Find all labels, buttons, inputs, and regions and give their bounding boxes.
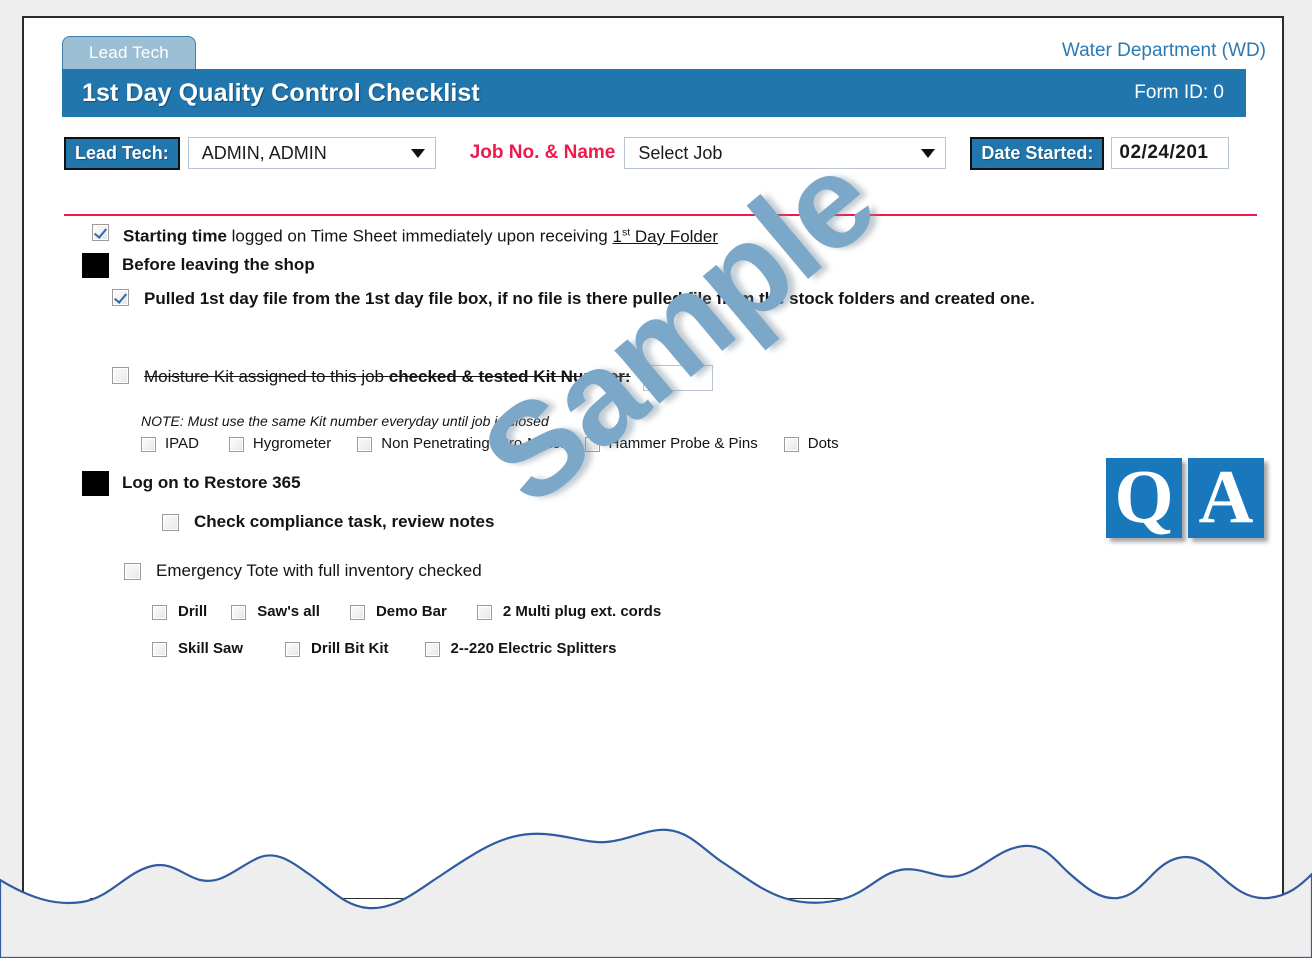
checkbox-saws-all[interactable]: [231, 605, 247, 620]
tote-items-row-2: Skill Saw Drill Bit Kit 2--220 Electric …: [152, 640, 616, 657]
checkbox-drill[interactable]: [152, 605, 167, 620]
form-id-label: Form ID: 0: [1134, 82, 1224, 103]
department-label: Water Department (WD): [1061, 40, 1266, 61]
divider-red: [64, 214, 1257, 216]
tote-item-drill[interactable]: Drill: [152, 603, 207, 620]
date-started-input[interactable]: 02/24/201: [1111, 137, 1230, 169]
form-page: Lead Tech Water Department (WD) 1st Day …: [22, 16, 1284, 920]
folder-link-a: 1: [612, 226, 622, 246]
lead-tech-value: ADMIN, ADMIN: [201, 142, 327, 163]
moisture-kit-note: NOTE: Must use the same Kit number every…: [141, 413, 549, 429]
tote-item-drill-label: Drill: [178, 603, 208, 620]
folder-link-sup: st: [621, 226, 631, 238]
kit-item-ipad-label: IPAD: [165, 435, 199, 452]
tote-item-saws-all[interactable]: Saw's all: [231, 603, 320, 620]
qa-logo: Q A: [1106, 458, 1264, 542]
checkbox-starting-time[interactable]: [92, 224, 109, 241]
page-title: 1st Day Quality Control Checklist: [82, 78, 480, 107]
tote-item-electric-splitters[interactable]: 2--220 Electric Splitters: [424, 640, 617, 657]
form-controls-row: Lead Tech: ADMIN, ADMIN Job No. & Name S…: [64, 131, 1282, 175]
qa-logo-q: Q: [1106, 458, 1182, 538]
lead-tech-label: Lead Tech:: [64, 136, 180, 170]
section-label-log-on: Log on to Restore 365: [122, 473, 301, 492]
checkbox-hygrometer[interactable]: [228, 437, 244, 452]
section-marker-square: [82, 471, 109, 496]
pulled-file-label: Pulled 1st day file from the 1st day fil…: [144, 289, 1035, 308]
section-label-before-leaving: Before leaving the shop: [122, 255, 315, 274]
kit-item-hygrometer[interactable]: Hygrometer: [228, 435, 332, 452]
checkbox-emergency-tote[interactable]: [124, 563, 141, 580]
tab-strip: Lead Tech: [62, 36, 196, 70]
section-log-on-restore: Log on to Restore 365: [82, 471, 301, 496]
kit-item-hammer-probe-label: Hammer Probe & Pins: [608, 435, 758, 452]
tote-item-drill-bit-kit[interactable]: Drill Bit Kit: [285, 640, 389, 657]
moisture-kit-part1: Moisture Kit assigned to this job: [144, 367, 389, 387]
kit-item-hygrometer-label: Hygrometer: [252, 435, 332, 452]
sample-watermark: Sample: [455, 125, 901, 533]
kit-item-hammer-probe[interactable]: Hammer Probe & Pins: [584, 435, 758, 452]
section-before-leaving-shop: Before leaving the shop: [82, 253, 315, 278]
checklist-item-pulled-file[interactable]: Pulled 1st day file from the 1st day fil…: [112, 287, 1102, 311]
tote-item-drill-bit-kit-label: Drill Bit Kit: [311, 640, 389, 657]
checkbox-electric-splitters[interactable]: [424, 642, 440, 657]
screenshot-root: Lead Tech Water Department (WD) 1st Day …: [0, 0, 1312, 958]
checkbox-non-penetrating[interactable]: [357, 437, 373, 452]
tote-item-skill-saw-label: Skill Saw: [178, 640, 244, 657]
kit-item-non-penetrating-label: Non Penetrating (Pro-Meter): [381, 435, 571, 452]
checkbox-pulled-file[interactable]: [112, 289, 129, 306]
qa-logo-a: A: [1188, 458, 1264, 538]
compliance-label: Check compliance task, review notes: [194, 512, 495, 531]
checkbox-drill-bit-kit[interactable]: [285, 642, 301, 657]
kit-item-ipad[interactable]: IPAD: [141, 435, 199, 452]
checklist-item-compliance[interactable]: Check compliance task, review notes: [162, 512, 494, 532]
moisture-kit-part3: Kit Number:: [528, 367, 631, 387]
starting-time-bold: Starting time: [123, 226, 227, 246]
checklist-item-moisture-kit[interactable]: Moisture Kit assigned to this job checke…: [112, 365, 713, 391]
kit-item-dots-label: Dots: [807, 435, 839, 452]
materials-panel-title: Materials needed for Water Damage Site: [689, 905, 1261, 918]
checkbox-demo-bar[interactable]: [349, 605, 365, 620]
job-select-value: Select Job: [638, 142, 723, 163]
checkbox-multi-plug[interactable]: [476, 605, 492, 620]
tote-item-saws-all-label: Saw's all: [257, 603, 320, 620]
emergency-tote-label: Emergency Tote with full inventory check…: [156, 561, 482, 580]
checklist-item-emergency-tote[interactable]: Emergency Tote with full inventory check…: [124, 561, 482, 581]
tote-item-skill-saw[interactable]: Skill Saw: [152, 640, 243, 657]
checkbox-ipad[interactable]: [141, 437, 156, 452]
tab-lead-tech[interactable]: Lead Tech: [62, 36, 196, 70]
tote-item-multi-plug-label: 2 Multi plug ext. cords: [502, 603, 662, 620]
materials-panel: Materials needed for Water Damage Site G…: [688, 898, 1262, 918]
tote-item-electric-splitters-label: 2--220 Electric Splitters: [450, 640, 617, 657]
checklist-item-starting-time[interactable]: Starting time logged on Time Sheet immed…: [92, 222, 718, 247]
tools-panel-title: Tools needed for Water Damage Site: [91, 905, 663, 918]
kit-item-dots[interactable]: Dots: [783, 435, 839, 452]
section-marker-square: [82, 253, 109, 278]
chevron-down-icon: [921, 148, 936, 158]
tote-item-demo-bar-label: Demo Bar: [375, 603, 447, 620]
lead-tech-select[interactable]: ADMIN, ADMIN: [187, 137, 436, 169]
kit-number-input[interactable]: [642, 365, 713, 391]
tote-item-demo-bar[interactable]: Demo Bar: [349, 603, 447, 620]
kit-item-non-penetrating[interactable]: Non Penetrating (Pro-Meter): [357, 435, 571, 452]
first-day-folder-link[interactable]: 1st Day Folder: [612, 226, 719, 246]
moisture-kit-checked-tested: checked & tested: [388, 367, 529, 387]
tools-panel: Tools needed for Water Damage Site Extra…: [90, 898, 664, 918]
checkbox-skill-saw[interactable]: [152, 642, 167, 657]
date-started-label: Date Started:: [970, 136, 1105, 170]
form-title-bar: 1st Day Quality Control Checklist Form I…: [62, 69, 1246, 117]
folder-link-b: Day Folder: [630, 226, 719, 246]
checkbox-hammer-probe[interactable]: [584, 437, 600, 452]
checkbox-dots[interactable]: [783, 437, 799, 452]
chevron-down-icon: [410, 148, 425, 158]
job-no-name-label: Job No. & Name: [469, 142, 616, 163]
checkbox-moisture-kit[interactable]: [112, 367, 129, 384]
tote-item-multi-plug[interactable]: 2 Multi plug ext. cords: [476, 603, 662, 620]
kit-items-row: IPAD Hygrometer Non Penetrating (Pro-Met…: [141, 435, 839, 452]
job-select[interactable]: Select Job: [624, 137, 947, 169]
tote-items-row-1: Drill Saw's all Demo Bar 2 Multi plug ex…: [152, 603, 661, 620]
checkbox-compliance[interactable]: [162, 514, 179, 531]
starting-time-rest: logged on Time Sheet immediately upon re…: [226, 226, 613, 246]
